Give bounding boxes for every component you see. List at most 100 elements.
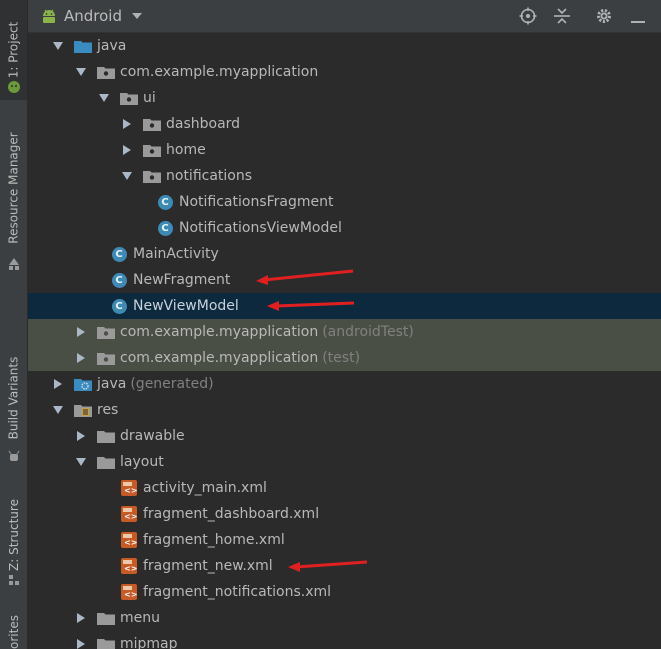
collapse-arrow[interactable] bbox=[52, 378, 64, 390]
package-icon bbox=[143, 168, 161, 184]
tree-node-new-fragment[interactable]: C NewFragment bbox=[28, 267, 661, 293]
tree-node-label: NewViewModel bbox=[133, 298, 239, 314]
tree-node-label: com.example.myapplication bbox=[120, 350, 319, 366]
tree-node-label: fragment_dashboard.xml bbox=[143, 506, 320, 522]
project-toolbar: Android bbox=[28, 0, 661, 33]
tab-favorites-label: orites bbox=[6, 615, 21, 649]
tree-node-notifications-fragment[interactable]: C NotificationsFragment bbox=[28, 189, 661, 215]
collapse-all-icon bbox=[554, 8, 570, 24]
tree-node-label: ui bbox=[143, 90, 156, 106]
tab-favorites[interactable]: orites bbox=[0, 615, 27, 649]
package-icon bbox=[120, 90, 138, 106]
class-icon: C bbox=[110, 272, 128, 288]
package-icon bbox=[97, 350, 115, 366]
tree-node-res[interactable]: res bbox=[28, 397, 661, 423]
tree-node-drawable[interactable]: drawable bbox=[28, 423, 661, 449]
expand-arrow[interactable] bbox=[121, 170, 133, 182]
xml-file-icon bbox=[120, 558, 138, 574]
tree-node-menu[interactable]: menu bbox=[28, 605, 661, 631]
folder-icon bbox=[97, 636, 115, 649]
tree-node-fragment-notifications-xml[interactable]: fragment_notifications.xml bbox=[28, 579, 661, 605]
crosshair-icon bbox=[519, 7, 537, 25]
expand-arrow[interactable] bbox=[75, 456, 87, 468]
resource-manager-icon bbox=[9, 258, 19, 270]
expand-arrow[interactable] bbox=[52, 404, 64, 416]
tree-node-suffix: (generated) bbox=[130, 376, 214, 392]
collapse-arrow[interactable] bbox=[121, 144, 133, 156]
tab-structure-label: Z: Structure bbox=[6, 499, 21, 571]
tree-node-label: fragment_new.xml bbox=[143, 558, 273, 574]
collapse-arrow[interactable] bbox=[75, 430, 87, 442]
tree-node-label: layout bbox=[120, 454, 164, 470]
collapse-arrow[interactable] bbox=[75, 326, 87, 338]
generated-folder-icon bbox=[74, 376, 92, 392]
tree-node-suffix: (androidTest) bbox=[322, 324, 414, 340]
tree-node-label: fragment_notifications.xml bbox=[143, 584, 332, 600]
tree-node-suffix: (test) bbox=[322, 350, 361, 366]
tree-node-notifications[interactable]: notifications bbox=[28, 163, 661, 189]
tree-node-home[interactable]: home bbox=[28, 137, 661, 163]
tab-resource-manager[interactable]: Resource Manager bbox=[0, 120, 27, 255]
locate-button[interactable] bbox=[517, 5, 539, 27]
tree-node-fragment-new-xml[interactable]: fragment_new.xml bbox=[28, 553, 661, 579]
tree-node-label: drawable bbox=[120, 428, 185, 444]
tree-node-package-android-test[interactable]: com.example.myapplication (androidTest) bbox=[28, 319, 661, 345]
tree-node-mipmap[interactable]: mipmap bbox=[28, 631, 661, 649]
android-icon bbox=[43, 9, 55, 23]
tree-node-dashboard[interactable]: dashboard bbox=[28, 111, 661, 137]
tree-node-label: res bbox=[97, 402, 119, 418]
tree-node-java-generated[interactable]: java (generated) bbox=[28, 371, 661, 397]
project-tree[interactable]: java com.example.myapplication ui dashbo… bbox=[28, 32, 661, 649]
tree-node-notifications-viewmodel[interactable]: C NotificationsViewModel bbox=[28, 215, 661, 241]
tree-node-main-activity[interactable]: C MainActivity bbox=[28, 241, 661, 267]
tab-build-variants-label: Build Variants bbox=[6, 356, 21, 439]
android-icon bbox=[8, 81, 20, 93]
collapse-arrow[interactable] bbox=[121, 118, 133, 130]
expand-arrow[interactable] bbox=[98, 92, 110, 104]
project-view-selector[interactable]: Android bbox=[64, 7, 122, 25]
source-folder-icon bbox=[74, 38, 92, 54]
tree-node-new-viewmodel[interactable]: C NewViewModel bbox=[28, 293, 661, 319]
tree-node-label: java bbox=[97, 38, 127, 54]
collapse-all-button[interactable] bbox=[551, 5, 573, 27]
tree-node-label: dashboard bbox=[166, 116, 241, 132]
build-variants-icon bbox=[8, 450, 20, 461]
tree-node-label: menu bbox=[120, 610, 160, 626]
tree-node-label: home bbox=[166, 142, 206, 158]
tree-node-fragment-dashboard-xml[interactable]: fragment_dashboard.xml bbox=[28, 501, 661, 527]
tree-node-label: MainActivity bbox=[133, 246, 219, 262]
class-icon: C bbox=[110, 298, 128, 314]
collapse-arrow[interactable] bbox=[75, 352, 87, 364]
tree-node-label: activity_main.xml bbox=[143, 480, 267, 496]
tree-node-package-test[interactable]: com.example.myapplication (test) bbox=[28, 345, 661, 371]
tree-node-layout[interactable]: layout bbox=[28, 449, 661, 475]
collapse-arrow[interactable] bbox=[75, 638, 87, 649]
xml-file-icon bbox=[120, 532, 138, 548]
xml-file-icon bbox=[120, 506, 138, 522]
tree-node-java[interactable]: java bbox=[28, 33, 661, 59]
tree-node-activity-main-xml[interactable]: activity_main.xml bbox=[28, 475, 661, 501]
tree-node-package[interactable]: com.example.myapplication bbox=[28, 59, 661, 85]
folder-icon bbox=[97, 610, 115, 626]
chevron-down-icon[interactable] bbox=[132, 13, 142, 19]
xml-file-icon bbox=[120, 584, 138, 600]
tab-project-label: 1: Project bbox=[6, 21, 21, 79]
settings-button[interactable] bbox=[593, 5, 615, 27]
tab-structure[interactable]: Z: Structure bbox=[0, 490, 27, 580]
package-icon bbox=[97, 64, 115, 80]
folder-icon bbox=[97, 454, 115, 470]
class-icon: C bbox=[156, 220, 174, 236]
package-icon bbox=[143, 142, 161, 158]
tool-window-strip: 1: Project Resource Manager Build Varian… bbox=[0, 0, 28, 649]
folder-icon bbox=[97, 428, 115, 444]
tree-node-ui[interactable]: ui bbox=[28, 85, 661, 111]
tree-node-fragment-home-xml[interactable]: fragment_home.xml bbox=[28, 527, 661, 553]
class-icon: C bbox=[156, 194, 174, 210]
tab-build-variants[interactable]: Build Variants bbox=[0, 345, 27, 450]
expand-arrow[interactable] bbox=[52, 40, 64, 52]
collapse-arrow[interactable] bbox=[75, 612, 87, 624]
gear-icon bbox=[597, 9, 611, 23]
expand-arrow[interactable] bbox=[75, 66, 87, 78]
package-icon bbox=[97, 324, 115, 340]
hide-button[interactable] bbox=[627, 5, 649, 27]
